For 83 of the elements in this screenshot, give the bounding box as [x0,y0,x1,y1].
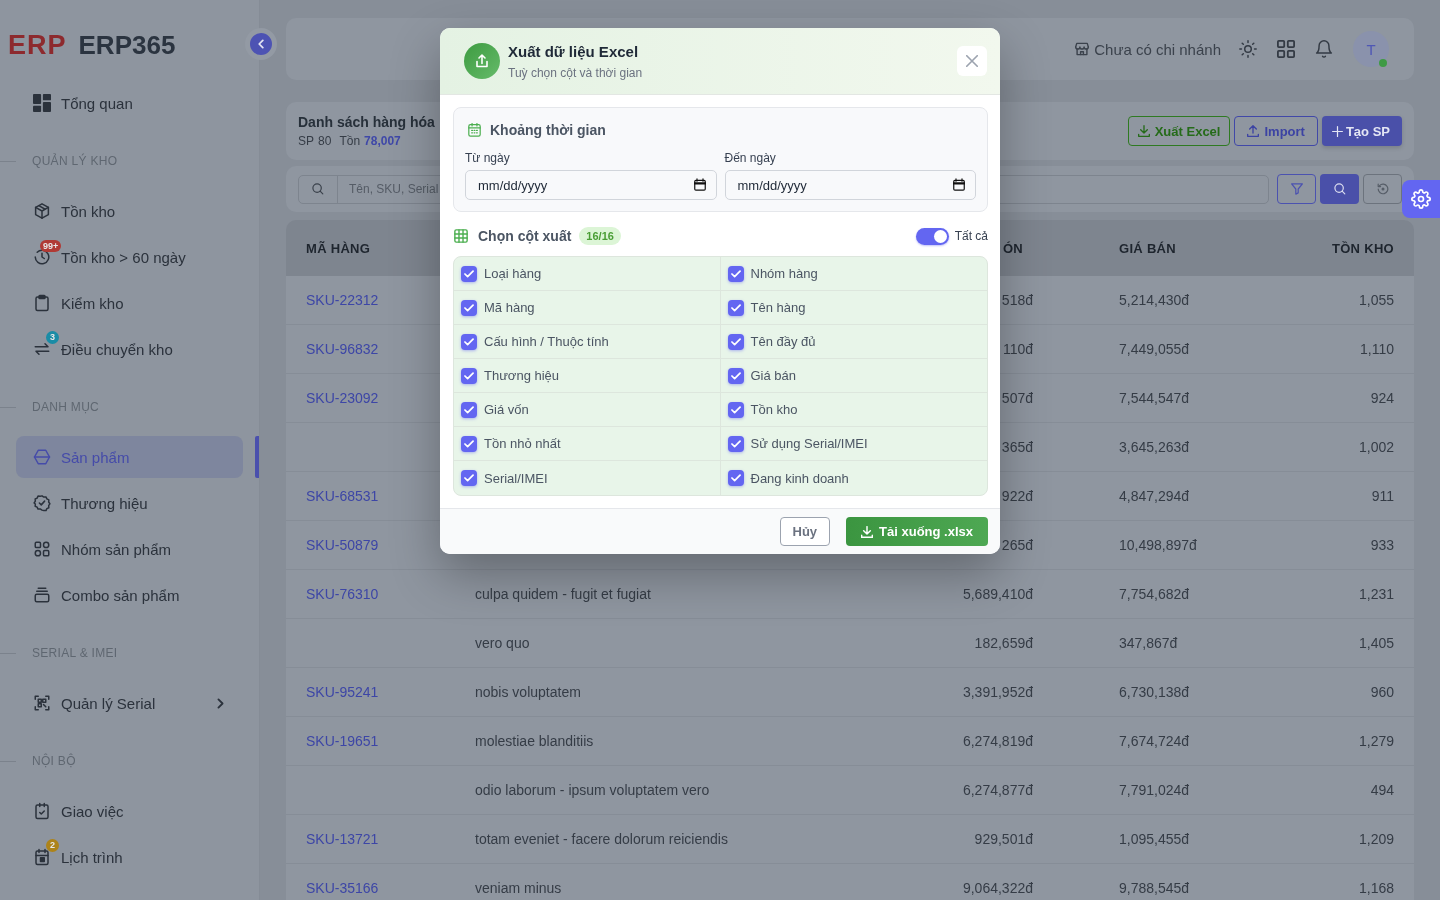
column-header: MÃ HÀNG [306,240,371,256]
table-cell: 1,405 [1358,635,1394,651]
table-cell: 1,231 [1358,586,1394,602]
table-cell: veniam minus [475,880,562,896]
table-cell: 1,209 [1358,831,1394,847]
stat-label: Tồn [339,134,361,148]
table-cell: 922đ [1001,488,1033,504]
count-badge: 99+ [40,240,62,252]
column-header: GIÁ BÁN [1119,240,1176,256]
table-cell: 110đ [1002,341,1033,357]
table-cell: vero quo [475,635,530,651]
option-label: Mã hàng [484,300,535,315]
table-cell: 7,544,547đ [1119,390,1190,406]
section-title: Khoảng thời gian [490,122,606,138]
table-cell: 3,645,263đ [1119,439,1190,455]
table-cell: culpa quidem - fugit et fugiat [475,586,651,602]
table-cell: 1,168 [1358,880,1394,896]
table-cell: nobis voluptatem [475,684,581,700]
option-label: Đang kinh doanh [750,470,849,486]
dialog-subtitle: Tuỳ chọn cột và thời gian [508,65,643,80]
table-cell: 4,847,294đ [1119,488,1190,504]
table-cell: 7,754,682đ [1119,586,1190,602]
dialog-title: Xuất dữ liệu Excel [508,42,640,60]
stat-value: 80 [318,134,332,148]
stat-value: 78,007 [364,134,401,148]
table-cell: 1,110 [1360,341,1394,357]
count-badge: 16/16 [579,227,621,245]
table-cell: 518đ [1001,292,1033,308]
toggle-label: Tất cả [954,229,988,243]
count-badge: 2 [46,839,59,852]
branch-label: Chưa có chi nhánh [1094,40,1221,58]
table-cell: 5,214,430đ [1119,292,1190,308]
table-cell: odio laborum - ipsum voluptatem vero [475,782,710,798]
option-label: Tên hàng [750,300,806,315]
table-cell: 6,274,819đ [962,733,1033,749]
table-cell: totam eveniet - facere dolorum reiciendis [475,831,728,847]
table-cell: 1,002 [1358,439,1394,455]
table-cell: 10,498,897đ [1119,537,1197,553]
option-label: Sử dụng Serial/IMEI [750,436,868,451]
table-cell: 9,064,322đ [962,880,1033,896]
option-label: Cấu hình / Thuộc tính [484,334,609,349]
field-label: Đến ngày [724,151,777,165]
table-cell: 494 [1370,782,1394,798]
app-name: ERP365 [78,32,176,58]
option-label: Giá vốn [484,402,529,417]
table-cell: 7,791,024đ [1119,782,1190,798]
table-cell: 911 [1371,488,1394,504]
option-label: Tên đầy đủ [750,334,816,349]
table-cell: 7,674,724đ [1119,733,1190,749]
table-cell: 960 [1370,684,1394,700]
table-cell: 6,274,877đ [962,782,1033,798]
table-cell: 347,867đ [1119,635,1178,651]
table-cell: 7,449,055đ [1119,341,1190,357]
table-cell: 924 [1370,390,1394,406]
table-cell: 5,689,410đ [962,586,1033,602]
option-label: Serial/IMEI [484,470,548,486]
table-cell: 929,501đ [974,831,1033,847]
table-cell: 6,730,138đ [1119,684,1190,700]
count-badge: 3 [46,331,59,344]
section-title: Chọn cột xuất [478,228,572,244]
logo-mark: ERP [8,31,67,59]
table-cell: 3,391,952đ [962,684,1033,700]
table-cell: 1,095,455đ [1119,831,1190,847]
column-header: ÓN [1002,240,1023,256]
field-label: Từ ngày [465,151,511,165]
option-label: Giá bán [750,368,797,383]
table-cell: 933 [1370,537,1394,553]
table-cell: molestiae blanditiis [475,733,594,749]
table-cell: 182,659đ [974,635,1033,651]
table-cell: 365đ [1001,439,1033,455]
table-cell: 9,788,545đ [1119,880,1190,896]
option-label: Tồn kho [750,402,798,417]
table-cell: 507đ [1001,390,1033,406]
table-cell: 1,055 [1358,292,1394,308]
option-label: Loại hàng [484,266,542,281]
option-label: Nhóm hàng [750,266,818,281]
option-label: Tồn nhỏ nhất [484,436,561,451]
option-label: Thương hiệu [484,368,560,383]
stat-label: SP [298,134,314,148]
table-cell: 265đ [1001,537,1033,553]
column-header: TỒN KHO [1331,240,1394,256]
page-title: Danh sách hàng hóa [298,114,435,130]
table-cell: 1,279 [1358,733,1394,749]
